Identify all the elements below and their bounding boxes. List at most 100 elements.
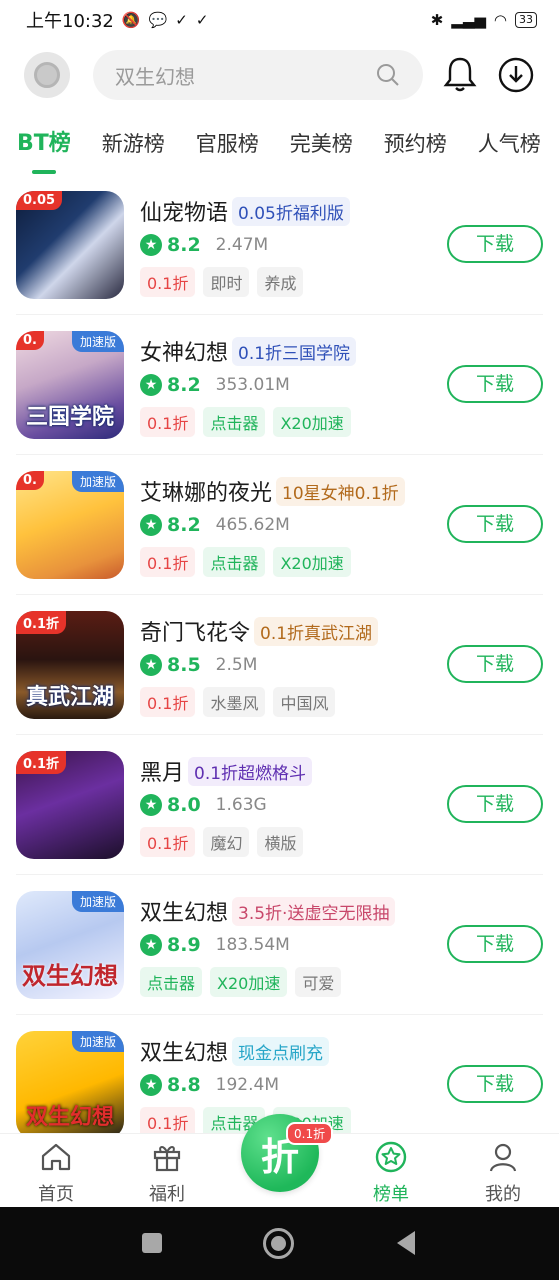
- gift-icon: [153, 1146, 181, 1172]
- bluetooth-icon: ✱: [430, 11, 444, 29]
- nav-label: 我的: [485, 1184, 521, 1205]
- tag: 0.1折: [140, 407, 196, 437]
- tag: 魔幻: [203, 827, 250, 857]
- game-thumbnail[interactable]: 0.05: [16, 191, 124, 299]
- status-bar: 上午10:32 🔕 💬 ✓ ✓ ✱ ▂▃▅ ◠ 33: [0, 0, 559, 40]
- chat-bubble-icon: 💬: [148, 11, 168, 29]
- tab-bt[interactable]: BT榜: [17, 124, 71, 170]
- recent-apps-icon[interactable]: [142, 1233, 162, 1253]
- tab-reservation[interactable]: 预约榜: [384, 124, 447, 170]
- download-button[interactable]: 下载: [447, 505, 543, 543]
- game-list: 0.05 仙宠物语 0.05折福利版 ★ 8.2 2.47M 0.1折 即时 养…: [0, 175, 559, 1133]
- list-item[interactable]: 0. 加速版 三国学院 女神幻想 0.1折三国学院 ★ 8.2 353.01M …: [16, 315, 543, 455]
- file-size: 465.62M: [215, 515, 290, 535]
- promo-label: 3.5折·送虚空无限抽: [232, 896, 396, 926]
- discount-badge: 0.1折: [16, 751, 67, 774]
- download-button[interactable]: 下载: [447, 225, 543, 263]
- game-name: 双生幻想: [140, 901, 229, 926]
- rating: 8.2: [167, 514, 201, 536]
- list-item[interactable]: 0.1折 真武江湖 奇门飞花令 0.1折真武江湖 ★ 8.5 2.5M 0.1折…: [16, 595, 543, 735]
- game-name: 双生幻想: [140, 1041, 229, 1066]
- search-input[interactable]: 双生幻想: [93, 50, 423, 100]
- tag: X20加速: [273, 407, 351, 437]
- download-button[interactable]: 下载: [447, 645, 543, 683]
- bell-icon[interactable]: [440, 54, 480, 94]
- tag-list: 0.1折 水墨风 中国风: [140, 687, 543, 717]
- battery-icon: 33: [515, 12, 537, 28]
- star-icon: ★: [140, 514, 162, 536]
- promo-label: 0.1折超燃格斗: [188, 756, 313, 786]
- list-item[interactable]: 加速版 双生幻想 双生幻想 3.5折·送虚空无限抽 ★ 8.9 183.54M …: [16, 875, 543, 1015]
- game-thumbnail[interactable]: 0.1折 真武江湖: [16, 611, 124, 719]
- promo-label: 0.1折三国学院: [232, 336, 357, 366]
- tab-perfect[interactable]: 完美榜: [290, 124, 353, 170]
- promo-label: 现金点刷充: [232, 1036, 330, 1066]
- system-navigation-bar: [0, 1207, 559, 1280]
- tag: 0.1折: [140, 687, 196, 717]
- signal-icon: ▂▃▅: [451, 11, 486, 29]
- tag: 0.1折: [140, 827, 196, 857]
- download-manager-icon[interactable]: [497, 56, 535, 94]
- thumbnail-caption: 双生幻想: [22, 962, 118, 990]
- user-icon: [489, 1143, 517, 1172]
- accelerated-badge: 加速版: [71, 331, 124, 352]
- game-thumbnail[interactable]: 0.1折: [16, 751, 124, 859]
- tag: 可爱: [295, 967, 342, 997]
- tag-list: 0.1折 点击器 X20加速: [140, 1107, 543, 1133]
- home-button-icon[interactable]: [263, 1228, 294, 1259]
- tag-list: 点击器 X20加速 可爱: [140, 967, 543, 997]
- tab-new-games[interactable]: 新游榜: [102, 124, 165, 170]
- download-button[interactable]: 下载: [447, 1065, 543, 1103]
- ranking-star-icon: [375, 1141, 407, 1173]
- promo-label: 10星女神0.1折: [276, 476, 405, 506]
- game-name: 艾琳娜的夜光: [140, 481, 273, 506]
- nav-label: 福利: [149, 1184, 185, 1205]
- nav-ranking[interactable]: 榜单: [351, 1134, 431, 1206]
- bottom-nav: 首页 福利 折 0.1折 榜单 我的: [0, 1114, 559, 1207]
- file-size: 192.4M: [215, 1075, 280, 1095]
- tag: 点击器: [203, 547, 266, 577]
- ranking-tabs: BT榜 新游榜 官服榜 完美榜 预约榜 人气榜: [0, 124, 559, 174]
- game-thumbnail[interactable]: 加速版 双生幻想: [16, 891, 124, 999]
- promo-label: 0.05折福利版: [232, 196, 350, 226]
- nav-home[interactable]: 首页: [16, 1134, 96, 1206]
- discount-badge: 0.: [16, 331, 44, 350]
- promo-label: 0.1折真武江湖: [254, 616, 379, 646]
- game-name: 仙宠物语: [140, 201, 229, 226]
- list-item[interactable]: 0.1折 黑月 0.1折超燃格斗 ★ 8.0 1.63G 0.1折 魔幻 横版 …: [16, 735, 543, 875]
- rating: 8.8: [167, 1074, 201, 1096]
- discount-badge: 0.1折: [16, 611, 67, 634]
- discount-badge: 0.: [16, 471, 44, 490]
- game-thumbnail[interactable]: 加速版 双生幻想: [16, 1031, 124, 1133]
- tag: 水墨风: [203, 687, 266, 717]
- avatar[interactable]: [24, 52, 70, 98]
- check-icon: ✓: [175, 11, 188, 29]
- list-item[interactable]: 0. 加速版 艾琳娜的夜光 10星女神0.1折 ★ 8.2 465.62M 0.…: [16, 455, 543, 595]
- notification-icons: 🔕 💬 ✓ ✓: [122, 11, 209, 29]
- download-button[interactable]: 下载: [447, 785, 543, 823]
- tab-official[interactable]: 官服榜: [196, 124, 259, 170]
- download-button[interactable]: 下载: [447, 365, 543, 403]
- tag: 中国风: [273, 687, 336, 717]
- star-icon: ★: [140, 934, 162, 956]
- tag-list: 0.1折 点击器 X20加速: [140, 547, 543, 577]
- tab-popular[interactable]: 人气榜: [478, 124, 541, 170]
- star-icon: ★: [140, 234, 162, 256]
- game-name: 女神幻想: [140, 341, 229, 366]
- system-icons: ✱ ▂▃▅ ◠ 33: [431, 11, 537, 29]
- tag-list: 0.1折 即时 养成: [140, 267, 543, 297]
- tag: 即时: [203, 267, 250, 297]
- game-thumbnail[interactable]: 0. 加速版 三国学院: [16, 331, 124, 439]
- nav-profile[interactable]: 我的: [463, 1134, 543, 1206]
- rating: 8.2: [167, 234, 201, 256]
- tag: X20加速: [210, 967, 288, 997]
- list-item[interactable]: 0.05 仙宠物语 0.05折福利版 ★ 8.2 2.47M 0.1折 即时 养…: [16, 175, 543, 315]
- nav-welfare[interactable]: 福利: [127, 1134, 207, 1206]
- nav-label: 榜单: [373, 1184, 409, 1205]
- download-button[interactable]: 下载: [447, 925, 543, 963]
- tag: 点击器: [140, 967, 203, 997]
- file-size: 1.63G: [215, 795, 267, 815]
- file-size: 2.47M: [215, 235, 269, 255]
- back-icon[interactable]: [397, 1231, 415, 1255]
- game-thumbnail[interactable]: 0. 加速版: [16, 471, 124, 579]
